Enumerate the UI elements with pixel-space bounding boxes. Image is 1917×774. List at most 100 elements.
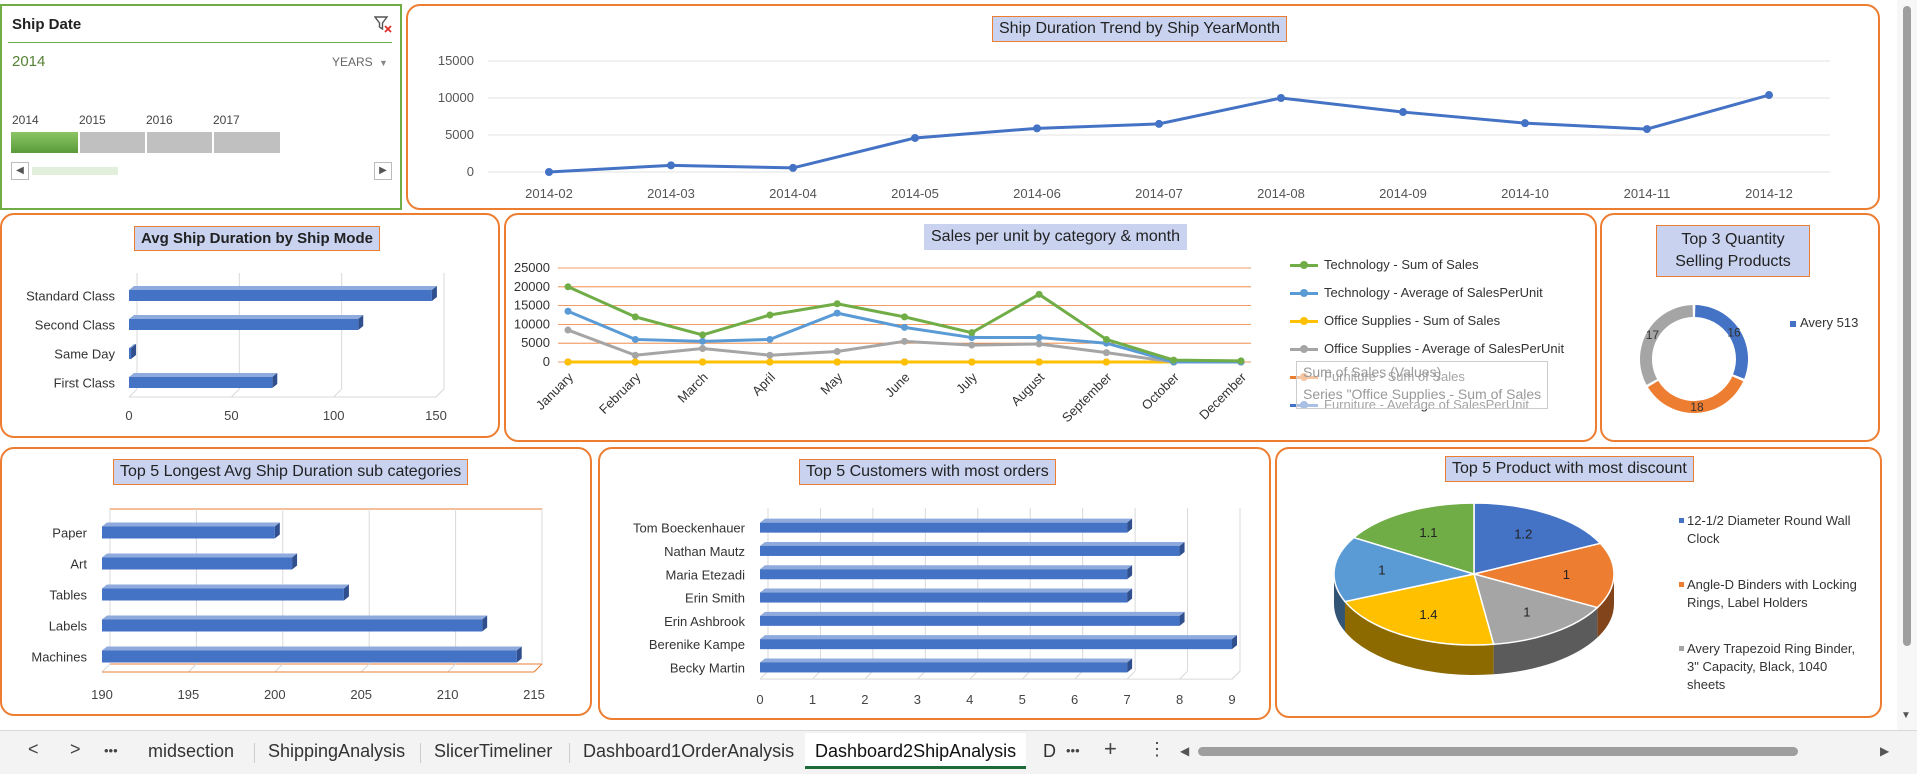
- x-axis-depth: [435, 388, 445, 398]
- scroll-left-icon[interactable]: ◀: [1180, 744, 1189, 758]
- slicer-year-label[interactable]: 2016: [146, 113, 173, 127]
- bar-top: [760, 518, 1133, 523]
- x-tick-label: 0: [756, 692, 763, 707]
- slicer-level-dropdown[interactable]: YEARS ▼: [332, 55, 388, 69]
- data-point: [789, 163, 797, 172]
- ship-mode-chart: 0 50 100 150 Standard Class Second Class Same …: [26, 273, 447, 423]
- x-tick-label: 200: [264, 687, 286, 702]
- x-tick-label: 195: [178, 687, 200, 702]
- x-tick-label: 2: [861, 692, 868, 707]
- legend-swatch: [1679, 582, 1684, 587]
- scroll-right-icon[interactable]: ▶: [1880, 744, 1889, 758]
- tab-separator: [420, 743, 421, 763]
- x-tick-label: 100: [323, 408, 345, 423]
- x-tick-label: 2014-09: [1379, 186, 1427, 201]
- subcategories-chart: 190 195 200 205 210 215 Paper Art Tables Labels Ma…: [31, 508, 545, 702]
- slicer-scroll-thumb[interactable]: [32, 167, 118, 175]
- x-tick-label: 2014-04: [769, 186, 817, 201]
- subcategories-panel: Top 5 Longest Avg Ship Duration sub cate…: [0, 447, 592, 716]
- category-label: Standard Class: [26, 289, 115, 304]
- series-point: [766, 335, 774, 343]
- slicer-bar[interactable]: [11, 132, 280, 153]
- sheet-tab[interactable]: D: [1043, 741, 1056, 762]
- discount-panel: Top 5 Product with most discount 1.2 1 1 1.…: [1275, 447, 1882, 718]
- vertical-scroll-thumb[interactable]: [1903, 6, 1911, 646]
- sheet-tab[interactable]: Dashboard2ShipAnalysis: [805, 733, 1027, 769]
- add-sheet-button[interactable]: +: [1104, 736, 1117, 762]
- horizontal-scroll-thumb[interactable]: [1198, 747, 1798, 756]
- sheet-menu-button[interactable]: ⋮: [1148, 739, 1166, 760]
- legend-label: Technology - Average of SalesPerUnit: [1324, 285, 1543, 300]
- more-tabs-button[interactable]: •••: [1066, 743, 1080, 758]
- y-tick-label: 5000: [445, 127, 474, 142]
- legend-line-marker: [1290, 317, 1318, 326]
- horizontal-scrollbar[interactable]: ◀ ▶: [1178, 742, 1896, 762]
- data-point: [667, 161, 675, 170]
- x-tick-label: 2014-12: [1745, 186, 1793, 201]
- gridline-depth: [333, 388, 343, 398]
- top3-legend: Avery 513: [1790, 315, 1858, 330]
- y-tick-label: 15000: [438, 53, 474, 68]
- y-tick-label: 5000: [521, 335, 550, 350]
- scroll-down-icon[interactable]: ▼: [1901, 710, 1911, 721]
- donut-slice: [1640, 305, 1693, 385]
- bar-top: [129, 286, 437, 290]
- x-tick-label: March: [675, 370, 711, 406]
- chart-tooltip: Sum of Sales (Values) Series "Office Sup…: [1296, 361, 1548, 409]
- data-point: [911, 133, 919, 142]
- bar-top: [129, 315, 364, 319]
- sheet-tab[interactable]: SlicerTimeliner: [434, 741, 552, 762]
- legend-label: Technology - Sum of Sales: [1324, 257, 1479, 272]
- legend-label: Angle-D Binders with Locking: [1687, 577, 1857, 592]
- series-point: [1102, 349, 1110, 357]
- series-point: [1035, 334, 1043, 342]
- slicer-year-label[interactable]: 2014: [12, 113, 39, 127]
- legend-line-marker: [1290, 345, 1318, 354]
- x-tick-label: October: [1139, 369, 1183, 413]
- bar-top: [760, 541, 1185, 546]
- scroll-left-button[interactable]: ◀: [11, 162, 29, 180]
- category-label: Becky Martin: [670, 660, 745, 675]
- x-tick-label: 2014-07: [1135, 186, 1183, 201]
- trend-chart: 0 5000 10000 15000 2014-02 2014-03 2014-04 2014…: [438, 53, 1830, 201]
- more-sheets-button[interactable]: •••: [104, 743, 118, 758]
- series-point: [833, 300, 841, 308]
- series-point: [699, 358, 707, 366]
- y-tick-label: 0: [467, 164, 474, 179]
- scroll-right-button[interactable]: ▶: [374, 162, 392, 180]
- category-label: Paper: [52, 526, 87, 541]
- donut-label: 16: [1727, 325, 1741, 339]
- y-tick-label: 0: [543, 354, 550, 369]
- series-point: [699, 344, 707, 352]
- series-point: [901, 337, 908, 345]
- data-point: [1399, 108, 1407, 117]
- bar: [760, 545, 1180, 556]
- ship-date-slicer[interactable]: Ship Date 2014 YEARS ▼ 2014 2015 2016 2017 …: [0, 4, 402, 210]
- category-label: First Class: [54, 376, 116, 391]
- sheet-tab[interactable]: Dashboard1OrderAnalysis: [583, 741, 794, 762]
- pie-label: 1.4: [1419, 607, 1437, 622]
- series-point: [901, 313, 908, 321]
- series-point: [1035, 340, 1043, 348]
- sheet-tab[interactable]: midsection: [148, 741, 234, 762]
- vertical-scrollbar[interactable]: ▼: [1897, 0, 1917, 730]
- next-sheet-button[interactable]: >: [70, 739, 81, 760]
- series-point: [833, 347, 841, 355]
- series-point: [564, 307, 572, 315]
- clear-filter-icon[interactable]: [373, 15, 392, 33]
- gridline-depth: [360, 663, 370, 673]
- series-point: [564, 283, 572, 291]
- data-point: [1033, 124, 1041, 133]
- slicer-year-label[interactable]: 2017: [213, 113, 240, 127]
- prev-sheet-button[interactable]: <: [28, 739, 39, 760]
- x-tick-label: December: [1196, 369, 1249, 422]
- legend-label: Office Supplies - Sum of Sales: [1324, 313, 1501, 328]
- slicer-year-label[interactable]: 2015: [79, 113, 106, 127]
- category-label: Erin Smith: [685, 591, 745, 606]
- legend-label: Office Supplies - Average of SalesPerUni…: [1324, 341, 1565, 356]
- data-point: [1155, 119, 1163, 128]
- sheet-tab[interactable]: ShippingAnalysis: [268, 741, 405, 762]
- series-point: [1170, 356, 1178, 364]
- series-point: [968, 341, 976, 349]
- bar-top: [102, 584, 349, 589]
